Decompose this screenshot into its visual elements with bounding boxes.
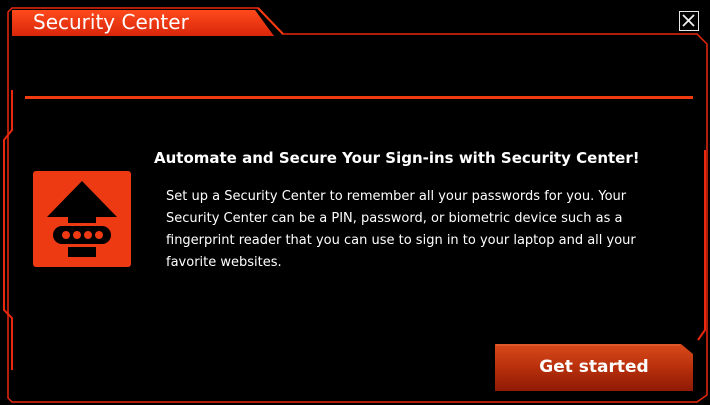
body-line: favorite websites.: [166, 255, 282, 270]
body-line: Security Center can be a PIN, password, …: [166, 211, 623, 226]
window-title: Security Center: [33, 10, 189, 34]
body-line: fingerprint reader that you can use to s…: [166, 233, 636, 248]
get-started-label: Get started: [539, 357, 649, 377]
dialog-body: Set up a Security Center to remember all…: [166, 186, 696, 274]
close-button[interactable]: [679, 11, 699, 31]
dialog-headline: Automate and Secure Your Sign-ins with S…: [154, 149, 640, 167]
security-center-window: Security Center Automate and Secure Your…: [0, 0, 710, 405]
header-divider: [25, 96, 693, 99]
upload-arrow-icon: [33, 171, 131, 267]
close-icon: [682, 14, 695, 27]
body-line: Set up a Security Center to remember all…: [166, 189, 627, 204]
get-started-button[interactable]: Get started: [495, 344, 693, 391]
